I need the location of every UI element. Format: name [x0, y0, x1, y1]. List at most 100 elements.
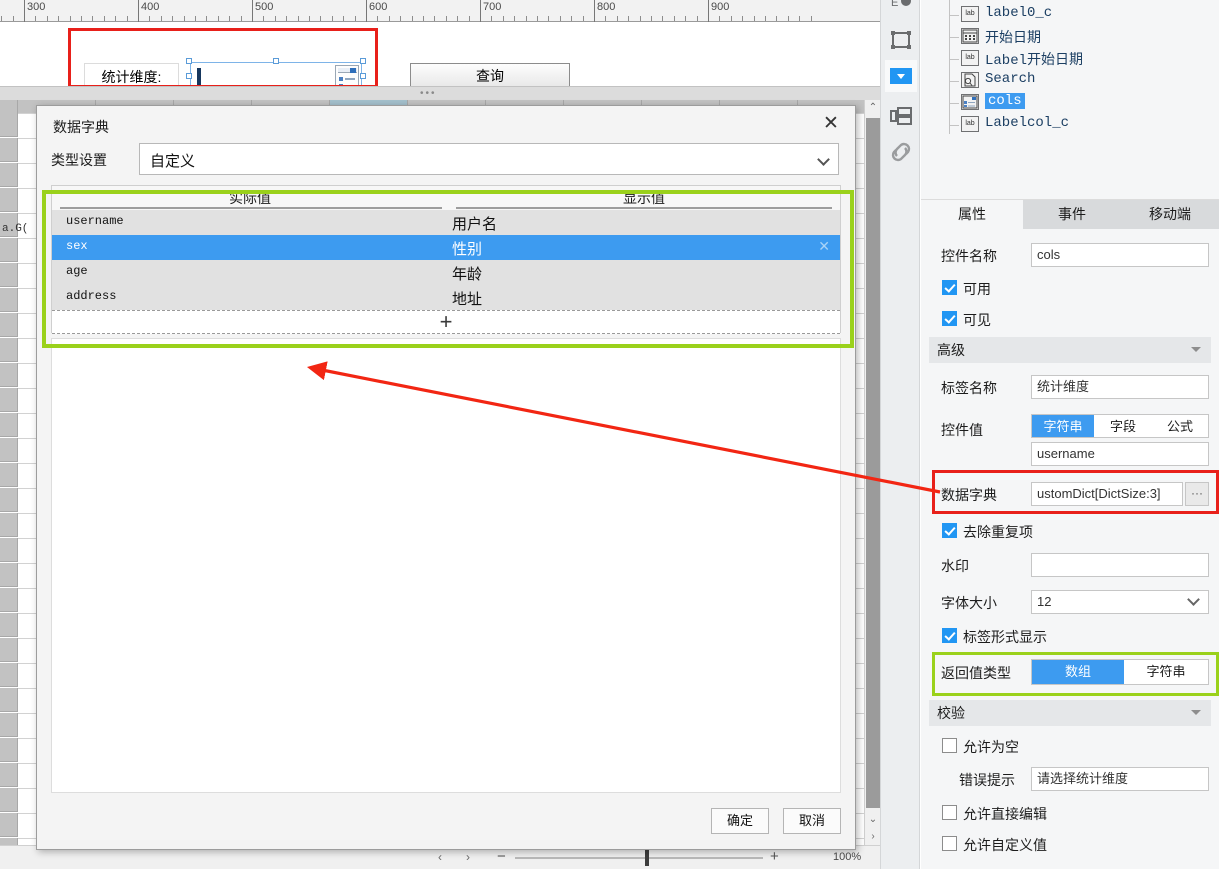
grid-row-header[interactable] [0, 113, 18, 137]
page-next-arrow[interactable]: › [466, 850, 470, 864]
scroll-expand-arrow[interactable]: › [865, 829, 881, 845]
enabled-checkbox[interactable] [942, 280, 957, 295]
return-type-option-字符串[interactable]: 字符串 [1124, 660, 1208, 684]
watermark-input[interactable] [1031, 553, 1209, 577]
grid-cell-formula[interactable]: a.G( [2, 223, 28, 235]
component-tree[interactable]: lab label0_c 开始日期 lab Label开始日期 Search cols lab… [921, 0, 1219, 196]
resize-handle-w[interactable] [186, 73, 192, 79]
zoom-slider-track[interactable] [515, 857, 763, 859]
table-row[interactable]: age 年龄 [52, 260, 840, 285]
grid-row-header[interactable] [0, 513, 18, 537]
text-tool-icon[interactable]: E [885, 0, 917, 24]
grid-row-header[interactable] [0, 688, 18, 712]
grid-column-header[interactable] [0, 100, 18, 113]
data-dictionary-input[interactable]: ustomDict[DictSize:3] [1031, 482, 1183, 506]
prop-dedupe[interactable]: 去除重复项 [921, 522, 1219, 544]
grid-row-header[interactable] [0, 538, 18, 562]
table-row[interactable]: sex 性别 ✕ [52, 235, 840, 260]
grid-row-header[interactable] [0, 663, 18, 687]
widget-value-mode-segmented[interactable]: 字符串 字段 公式 [1031, 414, 1209, 438]
return-type-option-数组[interactable]: 数组 [1032, 660, 1124, 684]
grid-row-header[interactable] [0, 313, 18, 337]
grid-row-header[interactable] [0, 713, 18, 737]
grid-row-header[interactable] [0, 638, 18, 662]
widget-value-mode-option-字符串[interactable]: 字符串 [1032, 415, 1094, 437]
resize-handle-e[interactable] [360, 73, 366, 79]
grid-row-header[interactable] [0, 588, 18, 612]
table-row[interactable]: username 用户名 [52, 210, 840, 235]
error-tip-input[interactable]: 请选择统计维度 [1031, 767, 1209, 791]
layout-icon[interactable] [885, 100, 917, 132]
cell-display-value[interactable]: 年龄 [452, 263, 482, 284]
tag-display-checkbox[interactable] [942, 628, 957, 643]
tab-属性[interactable]: 属性 [921, 200, 1023, 230]
grid-row-header[interactable] [0, 563, 18, 587]
grid-row-header[interactable] [0, 438, 18, 462]
zoom-slider-knob[interactable] [645, 850, 649, 866]
grid-row-header[interactable] [0, 338, 18, 362]
grid-row-header[interactable] [0, 488, 18, 512]
cell-display-value[interactable]: 地址 [452, 288, 482, 309]
resize-handle-n[interactable] [273, 58, 279, 64]
grid-row-header[interactable] [0, 788, 18, 812]
cell-display-value[interactable]: 性别 [452, 238, 482, 259]
ok-button[interactable]: 确定 [711, 808, 769, 834]
add-row-button[interactable]: + [52, 310, 840, 334]
scroll-down-arrow[interactable]: ⌄ [865, 812, 881, 828]
prop-allow-direct-edit[interactable]: 允许直接编辑 [921, 804, 1219, 826]
cancel-button[interactable]: 取消 [783, 808, 841, 834]
link-icon[interactable] [885, 136, 917, 168]
grid-row-header[interactable] [0, 188, 18, 212]
widget-value-input[interactable]: username [1031, 442, 1209, 466]
cell-actual-value[interactable]: username [66, 214, 124, 228]
type-setting-select[interactable]: 自定义 [139, 143, 839, 175]
visible-checkbox[interactable] [942, 311, 957, 326]
grid-row-header[interactable] [0, 138, 18, 162]
grid-row-header[interactable] [0, 613, 18, 637]
zoom-in-button[interactable]: + [770, 848, 779, 865]
section-advanced[interactable]: 高级 [929, 337, 1211, 363]
resize-handle-nw[interactable] [186, 58, 192, 64]
tag-name-input[interactable]: 统计维度 [1031, 375, 1209, 399]
grid-row-header[interactable] [0, 388, 18, 412]
allow-empty-checkbox[interactable] [942, 738, 957, 753]
cell-actual-value[interactable]: address [66, 289, 116, 303]
allow-custom-value-checkbox[interactable] [942, 836, 957, 851]
cell-display-value[interactable]: 用户名 [452, 213, 497, 234]
prop-allow-custom-value[interactable]: 允许自定义值 [921, 835, 1219, 857]
prop-enabled[interactable]: 可用 [921, 279, 1219, 301]
table-row[interactable]: address 地址 [52, 285, 840, 310]
panel-splitter[interactable]: ••• [0, 86, 880, 100]
grid-row-header[interactable] [0, 263, 18, 287]
frame-icon[interactable] [885, 24, 917, 56]
tab-移动端[interactable]: 移动端 [1121, 200, 1219, 230]
widget-value-mode-option-字段[interactable]: 字段 [1094, 415, 1152, 437]
scroll-thumb[interactable] [866, 118, 880, 808]
close-icon[interactable]: ✕ [819, 113, 843, 137]
grid-row-header[interactable] [0, 738, 18, 762]
grid-row-header[interactable] [0, 363, 18, 387]
return-type-segmented[interactable]: 数组 字符串 [1031, 659, 1209, 685]
grid-row-header[interactable] [0, 813, 18, 837]
tab-事件[interactable]: 事件 [1023, 200, 1121, 230]
grid-row-header[interactable] [0, 238, 18, 262]
prop-tag-display[interactable]: 标签形式显示 [921, 627, 1219, 649]
page-prev-arrow[interactable]: ‹ [438, 850, 442, 864]
dropdown-icon[interactable] [885, 60, 917, 92]
dedupe-checkbox[interactable] [942, 523, 957, 538]
designer-vertical-scrollbar[interactable]: ⌃ ⌄ › [864, 100, 880, 845]
delete-row-icon[interactable]: ✕ [818, 238, 830, 255]
grid-row-header[interactable] [0, 763, 18, 787]
widget-name-input[interactable]: cols [1031, 243, 1209, 267]
font-size-select[interactable]: 12 [1031, 590, 1209, 614]
allow-direct-edit-checkbox[interactable] [942, 805, 957, 820]
widget-value-mode-option-公式[interactable]: 公式 [1152, 415, 1208, 437]
cell-actual-value[interactable]: age [66, 264, 88, 278]
data-dictionary-browse-button[interactable]: ··· [1185, 482, 1209, 506]
resize-handle-ne[interactable] [360, 58, 366, 64]
combo-dropdown-icon[interactable] [335, 65, 359, 88]
section-validation[interactable]: 校验 [929, 700, 1211, 726]
zoom-out-button[interactable]: − [497, 848, 506, 865]
grid-row-header[interactable] [0, 163, 18, 187]
grid-row-header[interactable] [0, 413, 18, 437]
